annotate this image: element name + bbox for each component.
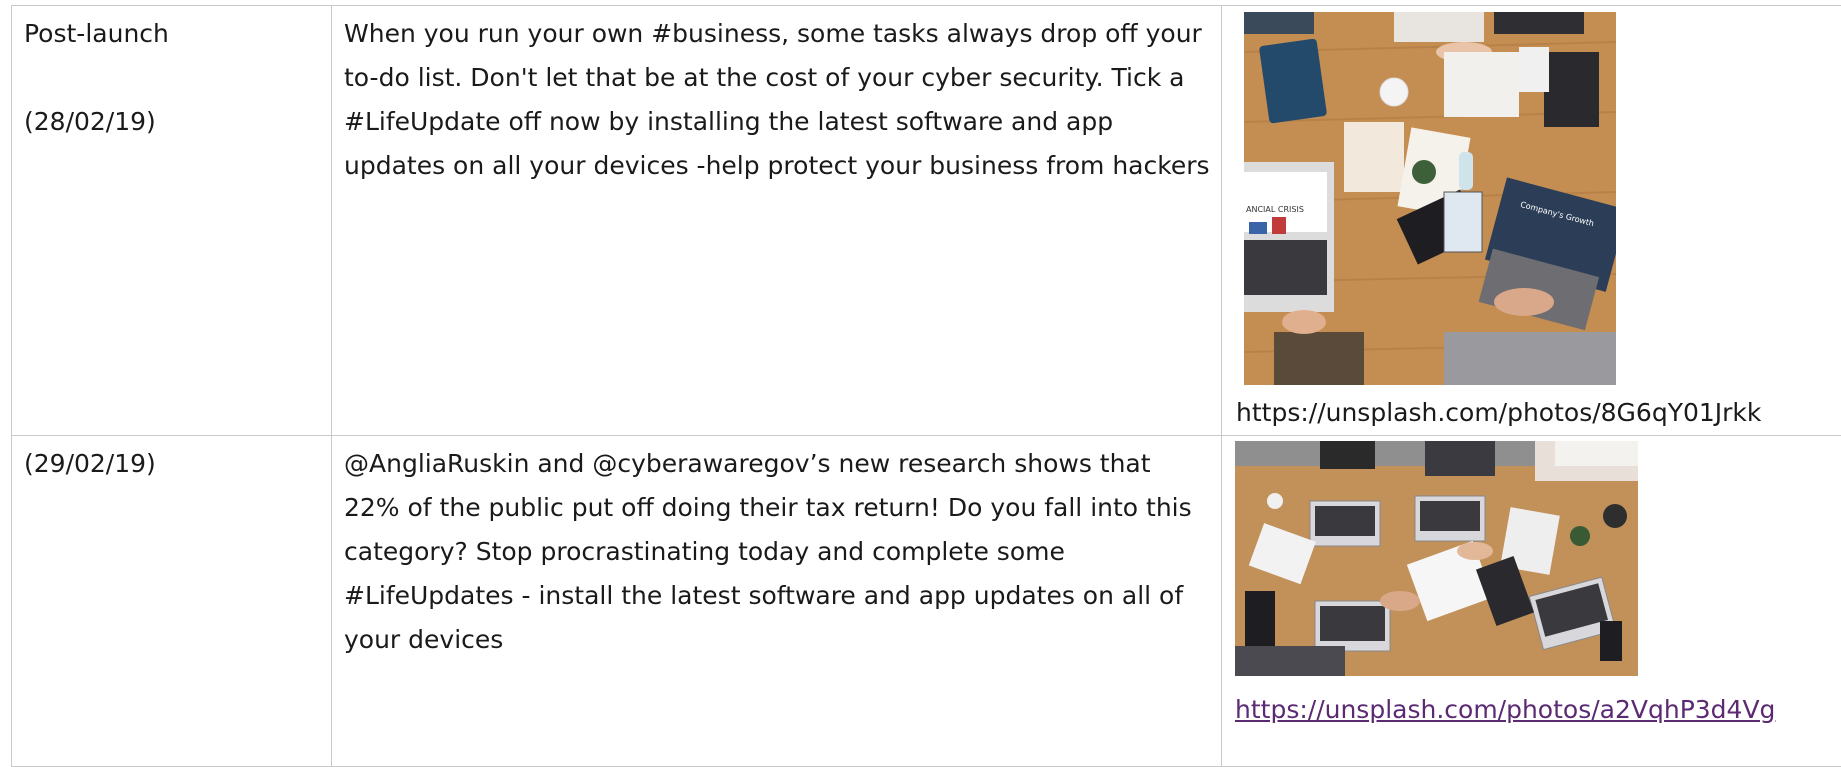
post-text-cell: @AngliaRuskin and @cyberawaregov’s new r… — [332, 436, 1222, 767]
post-text: When you run your own #business, some ta… — [344, 12, 1214, 188]
image-cell: https://unsplash.com/photos/a2VqhP3d4Vg — [1222, 436, 1841, 767]
date-label: (28/02/19) — [24, 100, 331, 144]
table-row: Post-launch (28/02/19) When you run your… — [12, 6, 1841, 436]
image-cell: ANCIAL CRISIS Company's Growth — [1222, 6, 1841, 436]
post-text: @AngliaRuskin and @cyberawaregov’s new r… — [344, 442, 1214, 662]
image-source-link[interactable]: https://unsplash.com/photos/a2VqhP3d4Vg — [1235, 688, 1841, 732]
post-text-cell: When you run your own #business, some ta… — [332, 6, 1222, 436]
stage-date-cell: (29/02/19) — [12, 436, 332, 767]
stage-date-cell: Post-launch (28/02/19) — [12, 6, 332, 436]
meeting-photo — [1235, 441, 1638, 676]
content-schedule-table: Post-launch (28/02/19) When you run your… — [11, 5, 1841, 767]
date-label: (29/02/19) — [24, 442, 331, 486]
table-row: (29/02/19) @AngliaRuskin and @cyberaware… — [12, 436, 1841, 767]
laptop-screen-text: ANCIAL CRISIS — [1246, 205, 1304, 214]
desk-photo: ANCIAL CRISIS Company's Growth — [1244, 12, 1616, 385]
image-source-link[interactable]: https://unsplash.com/photos/8G6qY01Jrkk — [1236, 391, 1841, 435]
stage-label: Post-launch — [24, 12, 331, 56]
